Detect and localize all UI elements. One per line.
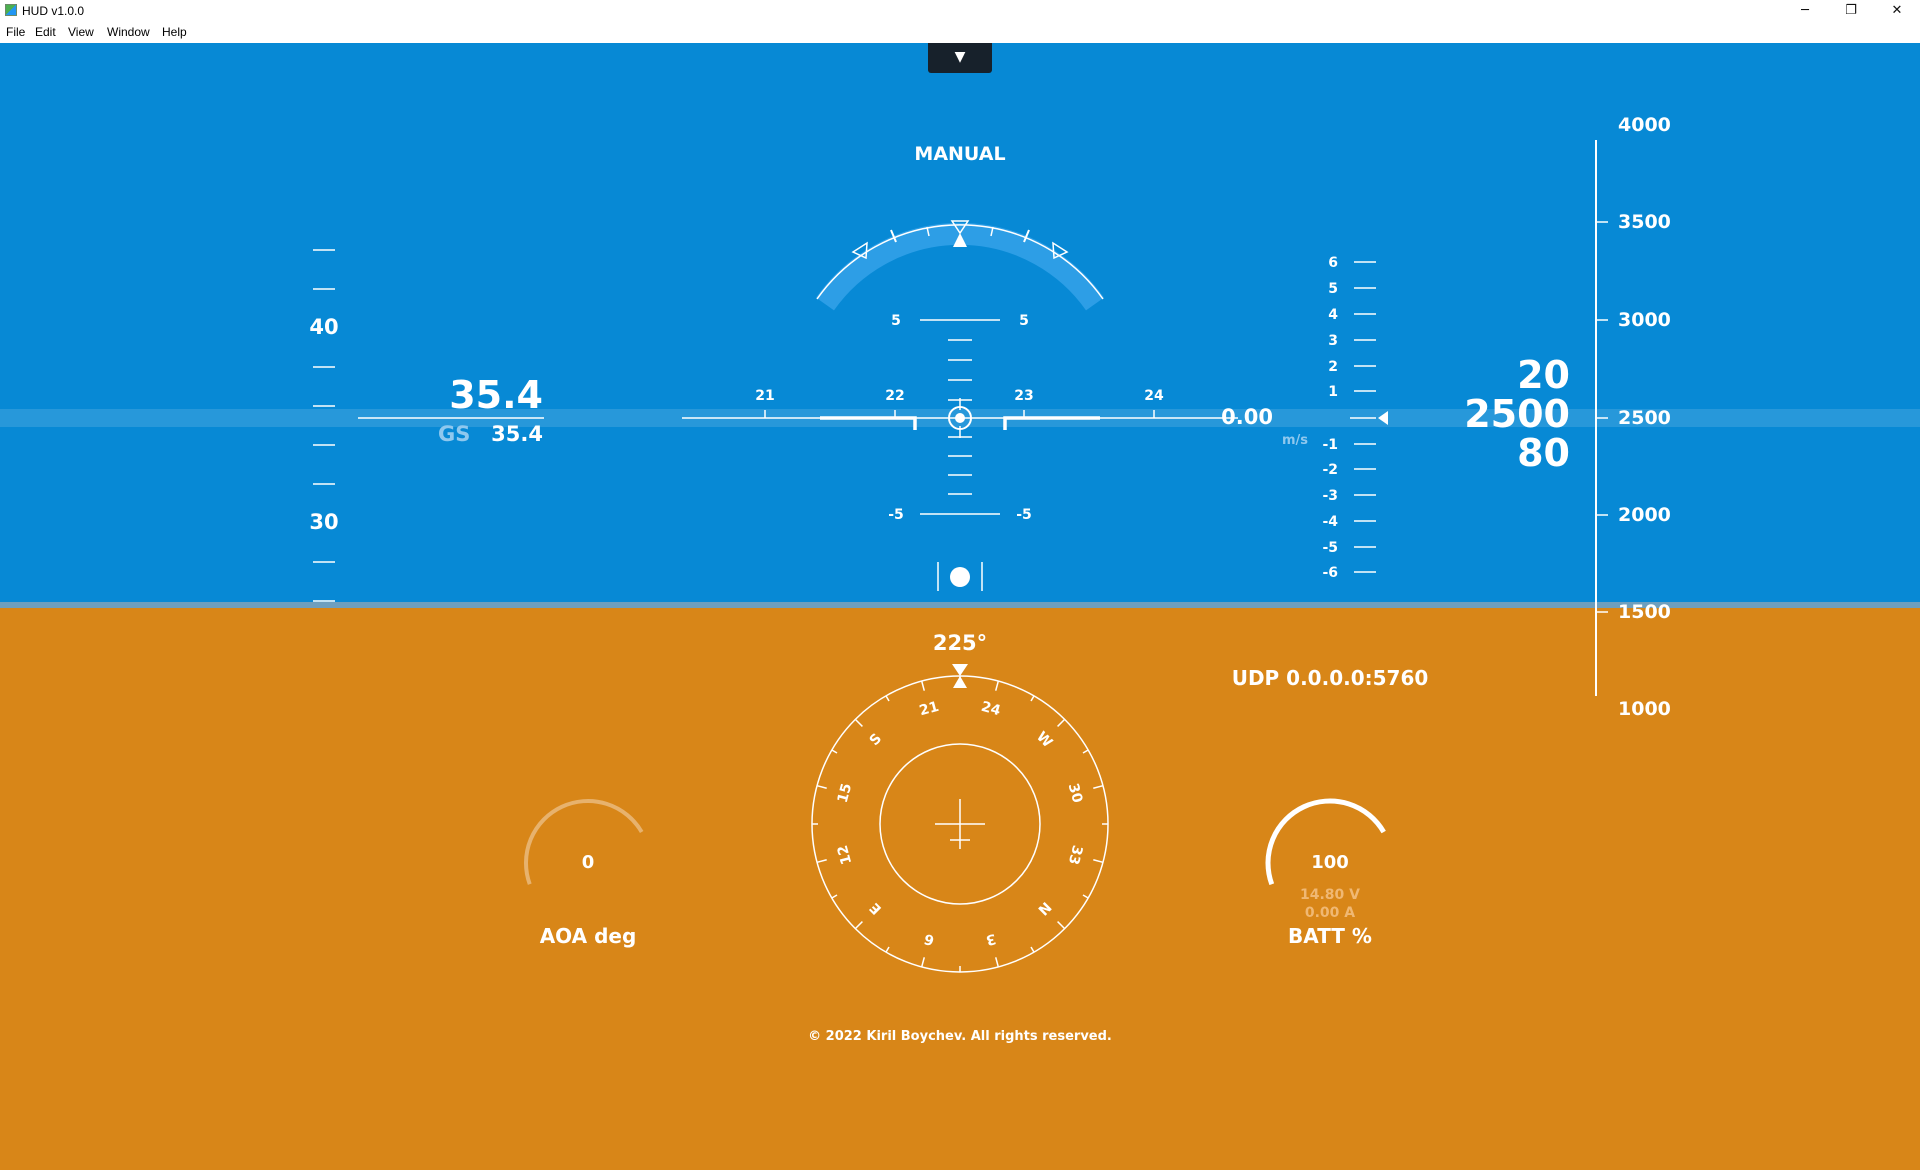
altitude-tape-label: 4000	[1618, 114, 1671, 136]
minimize-button[interactable]: ─	[1782, 0, 1828, 22]
airspeed-value: 35.4	[449, 373, 543, 417]
altitude-tape-label: 2500	[1618, 407, 1671, 429]
aoa-label: AOA deg	[540, 924, 637, 948]
menu-view[interactable]: View	[68, 25, 94, 39]
pitch-label-left-top: 5	[891, 313, 901, 329]
vs-scale-label: -1	[1322, 437, 1338, 453]
altitude-current: 2500	[1464, 392, 1570, 436]
speed-label-40: 40	[309, 315, 338, 339]
title-bar: HUD v1.0.0 ─ ❐ ✕	[0, 0, 1920, 22]
vs-scale-label: -3	[1322, 488, 1338, 504]
panel-toggle-button[interactable]: ▼	[928, 43, 992, 73]
pitch-label-right-top: 5	[1019, 313, 1029, 329]
vs-scale-label: -2	[1322, 462, 1338, 478]
altitude-tape-label: 2000	[1618, 504, 1671, 526]
vs-scale-label: 3	[1328, 333, 1338, 349]
heading-scale-label: 24	[1144, 388, 1164, 404]
heading-value: 225°	[933, 631, 987, 655]
menu-file[interactable]: File	[6, 25, 25, 39]
vs-scale-label: 5	[1328, 281, 1338, 297]
altitude-lower: 80	[1517, 431, 1570, 475]
battery-voltage: 14.80 V	[1300, 887, 1360, 903]
heading-scale-label: 22	[885, 388, 904, 404]
pitch-label-left-bottom: -5	[888, 507, 904, 523]
aoa-value: 0	[582, 852, 595, 873]
menu-bar: File Edit View Window Help	[0, 22, 1920, 43]
maximize-button[interactable]: ❐	[1828, 0, 1874, 22]
altitude-tape-label: 1500	[1618, 601, 1671, 623]
battery-label: BATT %	[1288, 924, 1372, 948]
altitude-tape-label: 1000	[1618, 698, 1671, 720]
heading-scale-label: 23	[1014, 388, 1033, 404]
vertical-speed-unit: m/s	[1282, 433, 1308, 448]
menu-help[interactable]: Help	[162, 25, 187, 39]
menu-window[interactable]: Window	[107, 25, 150, 39]
altitude-tape-label: 3000	[1618, 309, 1671, 331]
vs-scale-label: -5	[1322, 540, 1338, 556]
battery-current: 0.00 A	[1305, 905, 1355, 921]
altitude-tape-label: 3500	[1618, 211, 1671, 233]
pitch-label-right-bottom: -5	[1016, 507, 1032, 523]
speed-label-30: 30	[309, 510, 338, 534]
vs-scale-label: 2	[1328, 359, 1338, 375]
vs-scale-label: 4	[1328, 307, 1338, 323]
hud-svg: MANUAL 40 30 35.4 GS 35.4 5 5 -5 -5 21 2…	[0, 43, 1920, 1170]
ground-speed-label: GS	[438, 422, 470, 446]
vs-scale-label: -4	[1322, 514, 1338, 530]
battery-value: 100	[1311, 852, 1349, 873]
app-icon	[5, 4, 17, 16]
window-title: HUD v1.0.0	[22, 4, 85, 18]
caret-down-icon: ▼	[954, 49, 966, 65]
ground	[0, 605, 1920, 1170]
udp-connection-status: UDP 0.0.0.0:5760	[1232, 666, 1429, 690]
menu-edit[interactable]: Edit	[35, 25, 56, 39]
flight-mode: MANUAL	[914, 143, 1005, 165]
altitude-upper: 20	[1517, 353, 1570, 397]
vs-scale-label: 1	[1328, 384, 1338, 400]
vs-scale-label: -6	[1322, 565, 1338, 581]
vertical-speed-value: 0.00	[1221, 405, 1273, 429]
copyright-footer: © 2022 Kiril Boychev. All rights reserve…	[808, 1029, 1112, 1044]
ground-speed-value: 35.4	[491, 422, 543, 446]
close-button[interactable]: ✕	[1874, 0, 1920, 22]
vs-scale-label: 6	[1328, 255, 1338, 271]
heading-scale-label: 21	[755, 388, 774, 404]
slip-ball-icon	[950, 567, 970, 587]
hud-display: MANUAL 40 30 35.4 GS 35.4 5 5 -5 -5 21 2…	[0, 43, 1920, 1170]
